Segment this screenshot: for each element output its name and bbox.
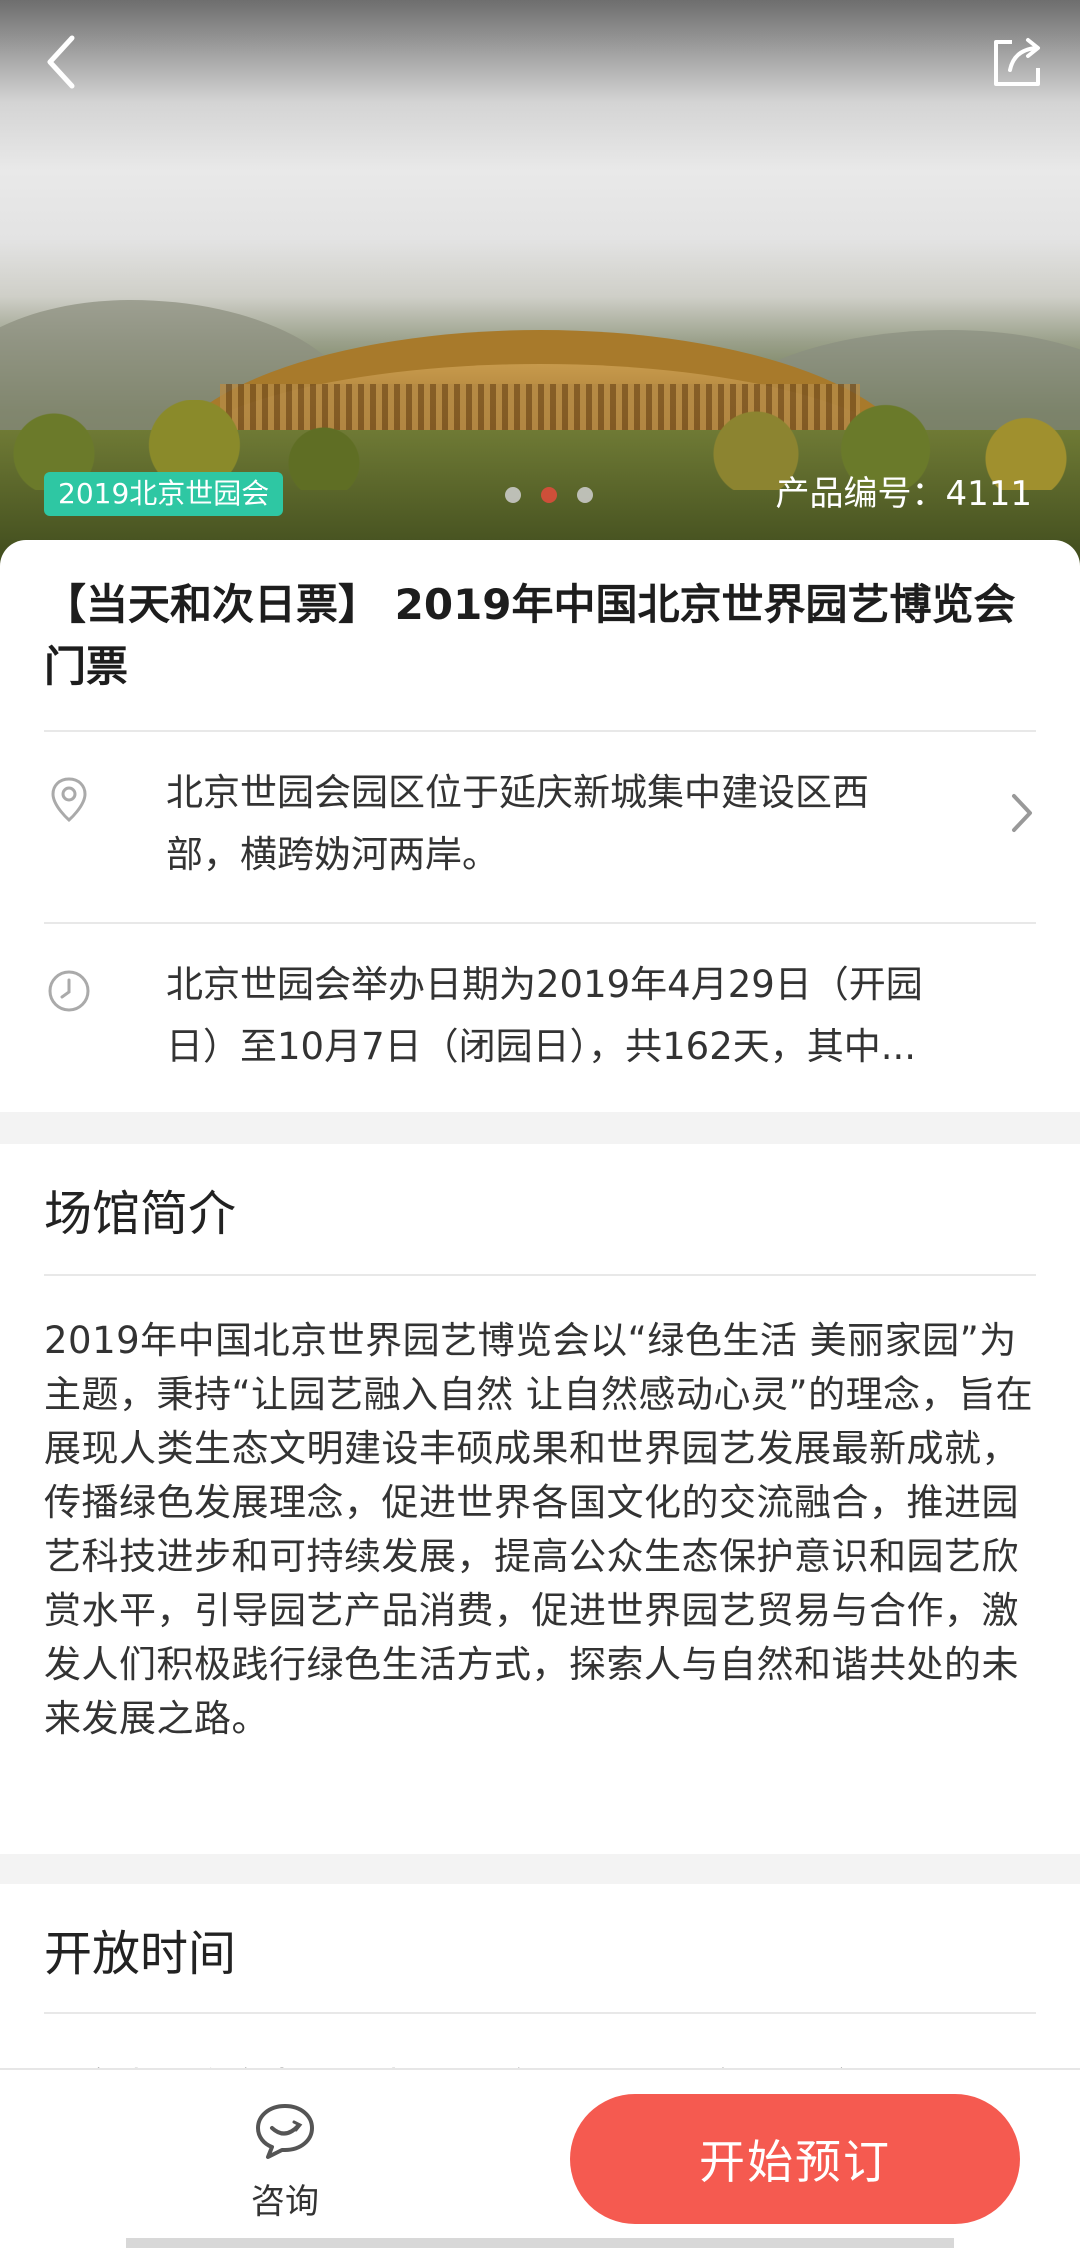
bottom-action-bar: 咨询 开始预订 [0, 2068, 1080, 2250]
hero-banner[interactable]: 2019北京世园会 产品编号：4111 [0, 0, 1080, 570]
back-button[interactable] [22, 22, 102, 102]
location-row[interactable]: 北京世园会园区位于延庆新城集中建设区西 部，横跨妫河两岸。 [44, 762, 1036, 892]
product-number: 产品编号：4111 [775, 474, 1032, 514]
venue-intro-text: 2019年中国北京世界园艺博览会以“绿色生活 美丽家园”为主题，秉持“让园艺融入… [44, 1319, 1034, 1740]
carousel-dot [505, 487, 521, 503]
divider [44, 922, 1036, 924]
section-title-hours: 开放时间 [44, 1926, 237, 1982]
date-row: 北京世园会举办日期为2019年4月29日（开园 日）至10月7日（闭园日），共1… [44, 954, 1036, 1084]
location-pin-icon [51, 777, 87, 822]
product-title: 【当天和次日票】 2019年中国北京世界园艺博览会门票 [44, 580, 1016, 691]
event-tag: 2019北京世园会 [44, 472, 284, 516]
date-line-1: 北京世园会举办日期为2019年4月29日（开园 [166, 963, 923, 1006]
home-indicator [126, 2238, 954, 2248]
carousel-dot-active [541, 487, 557, 503]
chevron-right-icon [1012, 794, 1032, 832]
venue-intro-section: 场馆简介 2019年中国北京世界园艺博览会以“绿色生活 美丽家园”为主题，秉持“… [0, 1144, 1080, 1854]
section-title-intro: 场馆简介 [44, 1186, 237, 1242]
share-button[interactable] [978, 22, 1058, 102]
share-icon [994, 38, 1040, 86]
consult-label: 咨询 [251, 2182, 319, 2222]
location-text: 北京世园会园区位于延庆新城集中建设区西 部，横跨妫河两岸。 [166, 762, 1026, 886]
date-line-2: 日）至10月7日（闭园日），共162天，其中... [166, 1025, 917, 1068]
clock-icon [48, 970, 90, 1012]
chat-bubble-icon [256, 2104, 314, 2159]
start-booking-button[interactable]: 开始预订 [570, 2094, 1020, 2224]
divider [44, 730, 1036, 732]
product-summary-card: 【当天和次日票】 2019年中国北京世界园艺博览会门票 北京世园会园区位于延庆新… [0, 540, 1080, 1112]
consult-button[interactable]: 咨询 [230, 2100, 340, 2223]
location-line-2: 部，横跨妫河两岸。 [166, 833, 499, 876]
divider [44, 1274, 1036, 1276]
carousel-indicator [505, 487, 593, 503]
date-text: 北京世园会举办日期为2019年4月29日（开园 日）至10月7日（闭园日），共1… [166, 954, 1026, 1078]
divider [44, 2012, 1036, 2014]
location-line-1: 北京世园会园区位于延庆新城集中建设区西 [166, 771, 869, 814]
carousel-dot [577, 487, 593, 503]
chevron-left-icon [47, 35, 75, 89]
